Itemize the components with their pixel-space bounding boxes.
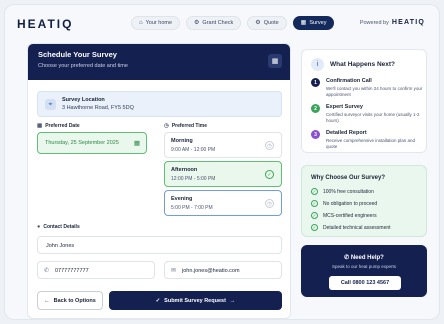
slot-time: 5:00 PM - 7:00 PM [171,205,213,211]
step-number: 2 [311,104,320,113]
powered-by-text: Powered by [359,20,389,26]
email-field[interactable]: ✉ john.jones@heatio.com [164,261,282,279]
phone-field[interactable]: ✆ 07777777777 [37,261,155,279]
phone-value: 07777777777 [55,268,89,274]
benefit-text: No obligation to proceed [323,200,378,207]
nav-label: Quote [263,20,279,26]
step-number: 1 [311,78,320,87]
heatiq-logo[interactable]: HEATIQ [17,17,73,31]
date-picker[interactable]: Thursday, 25 September 2025 ▦ [37,132,147,154]
contact-section-label: ● Contact Details [37,224,80,230]
step-title: Confirmation Call [326,78,372,84]
name-value: John Jones [46,243,75,249]
calendar-icon: ▦ [133,140,140,147]
nav-grant-check[interactable]: ⚙ Grant Check [186,16,242,30]
benefit-text: 100% free consultation [323,188,374,195]
time-label-text: Preferred Time [171,123,208,129]
back-button[interactable]: ← Back to Options [37,291,103,310]
card-title: What Happens Next? [330,61,396,68]
nav-quote[interactable]: ⚙ Quote [247,16,287,30]
page-title: Schedule Your Survey [38,50,117,59]
date-section-label: ▦ Preferred Date [37,123,80,129]
settings-icon: ⚙ [255,20,261,26]
step-number: 3 [311,130,320,139]
benefit-item: ✓ MCS-certified engineers [311,212,377,219]
benefit-item: ✓ Detailed technical assessment [311,224,391,231]
nav-survey[interactable]: ▦ Survey [292,16,335,30]
email-value: john.jones@heatio.com [182,268,240,274]
schedule-survey-card: Schedule Your Survey Choose your preferr… [27,43,291,319]
nav-label: Grant Check [202,20,234,26]
progress-nav: ⌂ Your home ⚙ Grant Check ⚙ Quote ▦ Surv… [131,16,335,30]
step-title: Expert Survey [326,104,363,110]
check-circle-icon: ✓ [311,188,318,195]
slot-name: Evening [171,196,193,202]
check-icon: ✓ [155,297,161,304]
step-desc: We'll contact you within 24 hours to con… [326,86,423,97]
name-field[interactable]: John Jones [37,236,282,254]
step-title: Detailed Report [326,130,367,136]
calendar-icon: ▦ [300,20,307,26]
help-subtitle: Speak to our heat pump experts [331,264,397,269]
card-header: Schedule Your Survey Choose your preferr… [28,44,290,80]
slot-time: 12:00 PM - 5:00 PM [171,176,216,182]
step-desc: Certified surveyor visits your home (usu… [326,112,420,123]
benefit-item: ✓ 100% free consultation [311,188,374,195]
benefit-item: ✓ No obligation to proceed [311,200,377,207]
selected-date: Thursday, 25 September 2025 [45,140,119,146]
survey-location: ⌖ Survey Location 3 Hawthorne Road, FY5 … [37,91,282,117]
need-help-card: ✆ Need Help? Speak to our heat pump expe… [301,245,427,297]
time-slot-afternoon[interactable]: Afternoon 12:00 PM - 5:00 PM ✓ [164,161,282,187]
submit-survey-button[interactable]: ✓ Submit Survey Request → [109,291,282,310]
app-frame: HEATIQ ⌂ Your home ⚙ Grant Check ⚙ Quote… [4,4,440,320]
check-circle-icon: ✓ [311,224,318,231]
card-title: Why Choose Our Survey? [311,175,386,181]
check-circle-icon: ✓ [311,212,318,219]
step-desc: Receive comprehensive installation plan … [326,138,416,149]
arrow-right-icon: → [229,297,236,304]
contact-label-text: Contact Details [43,224,80,230]
date-label-text: Preferred Date [45,123,80,129]
clock-icon: ◷ [265,141,274,150]
phone-icon: ✆ [344,255,350,261]
mail-icon: ✉ [171,268,177,274]
slot-time: 9:00 AM - 12:00 PM [171,147,216,153]
time-slot-evening[interactable]: Evening 5:00 PM - 7:00 PM ◷ [164,190,282,216]
info-icon: i [311,58,324,71]
calendar-icon: ▦ [268,54,282,68]
submit-label: Submit Survey Request [164,297,226,304]
arrow-left-icon: ← [44,297,50,304]
time-section-label: ◷ Preferred Time [164,123,207,129]
benefit-text: Detailed technical assessment [323,224,391,231]
nav-your-home[interactable]: ⌂ Your home [131,16,181,30]
slot-name: Morning [171,138,193,144]
slot-name: Afternoon [171,167,198,173]
powered-by-logo: HEATIQ [391,19,425,26]
location-address: 3 Hawthorne Road, FY5 5DQ [62,105,134,111]
what-happens-next-card: i What Happens Next? 1 Confirmation Call… [301,49,427,153]
powered-by: Powered by HEATIQ [360,19,425,26]
settings-icon: ⚙ [194,20,200,26]
nav-label: Your home [145,20,173,26]
clock-icon: ◷ [164,123,169,129]
check-circle-icon: ✓ [311,200,318,207]
home-icon: ⌂ [139,20,143,26]
time-slot-morning[interactable]: Morning 9:00 AM - 12:00 PM ◷ [164,132,282,158]
calendar-icon: ▦ [37,123,43,129]
nav-label: Survey [309,20,327,26]
help-title: ✆ Need Help? [302,254,426,261]
why-choose-card: Why Choose Our Survey? ✓ 100% free consu… [301,165,427,237]
user-icon: ● [37,224,41,230]
phone-icon: ✆ [44,268,50,274]
map-pin-icon: ⌖ [45,99,56,110]
page-subtitle: Choose your preferred date and time [38,63,128,69]
location-label: Survey Location [62,97,105,103]
check-icon: ✓ [265,170,274,179]
top-header: HEATIQ ⌂ Your home ⚙ Grant Check ⚙ Quote… [5,5,439,43]
back-label: Back to Options [53,297,96,304]
clock-icon: ◷ [265,199,274,208]
call-button[interactable]: Call 0800 123 4567 [329,276,401,290]
benefit-text: MCS-certified engineers [323,212,377,219]
help-title-text: Need Help? [350,255,384,261]
